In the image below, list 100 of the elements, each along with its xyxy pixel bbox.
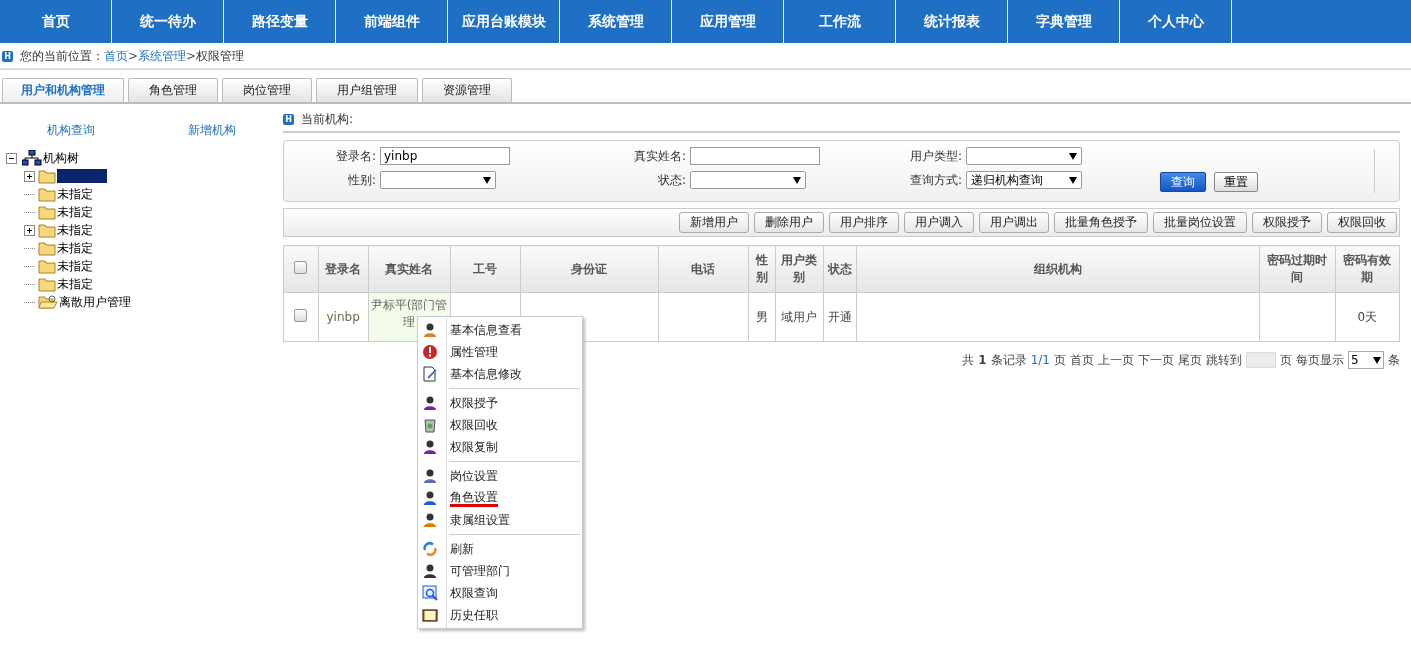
pager-text: 条 [1388,351,1400,369]
tree-item[interactable]: 未指定 [57,257,93,275]
toolbar-button[interactable]: 新增用户 [679,212,749,233]
tab[interactable]: 用户组管理 [316,78,418,102]
menu-item[interactable]: 属性管理 [450,343,498,361]
tree-item[interactable]: 未指定 [57,203,93,221]
nav-tab[interactable]: 工作流 [784,0,896,43]
nav-tab[interactable]: 应用管理 [672,0,784,43]
menu-item[interactable]: 基本信息修改 [450,365,522,383]
pager-link[interactable]: 上一页 [1098,351,1134,369]
select-field[interactable] [380,171,496,189]
person-icon [422,512,438,528]
folder-icon [38,204,56,220]
header-icon: H [283,113,294,125]
tab[interactable]: 角色管理 [128,78,218,102]
column-header: 组织机构 [856,245,1260,293]
nav-tab[interactable]: 路径变量 [224,0,336,43]
breadcrumb-link[interactable]: 首页 [104,47,128,65]
row-checkbox[interactable] [294,309,308,322]
tree-item[interactable]: 未指定 [57,275,93,293]
collapse-icon[interactable] [6,152,17,164]
menu-item[interactable]: 隶属组设置 [450,511,510,529]
pager-text: 共 [962,351,975,369]
pager-text: 每页显示 [1296,351,1344,369]
bin-icon [422,417,438,433]
folder-icon [38,222,56,238]
nav-tab[interactable]: 应用台账模块 [448,0,560,43]
toolbar-button[interactable]: 删除用户 [754,212,824,233]
reset-button[interactable]: 重置 [1214,172,1258,192]
tree-item[interactable]: 未指定 [57,185,93,203]
book-icon [422,607,438,623]
current-org-label: 当前机构: [301,110,354,128]
warning-icon [422,344,438,360]
table-cell: 域用户 [775,292,824,342]
tab[interactable]: 用户和机构管理 [2,78,124,102]
menu-item[interactable]: 基本信息查看 [450,321,522,339]
person-icon [422,490,438,506]
toolbar-button[interactable]: 用户排序 [829,212,899,233]
page-input[interactable] [1246,352,1276,368]
select-field[interactable] [966,147,1082,165]
menu-item[interactable]: 历史任职 [450,606,498,624]
table-cell: yinbp [318,292,369,342]
menu-item[interactable]: 权限回收 [450,416,498,434]
menu-item[interactable]: 角色设置 [450,489,498,507]
column-header: 用户类别 [775,245,824,293]
nav-tab[interactable]: 个人中心 [1120,0,1232,43]
expand-icon[interactable] [24,170,35,182]
toolbar-button[interactable]: 批量角色授予 [1054,212,1148,233]
page-size-select[interactable]: 5 [1348,351,1384,369]
menu-item[interactable]: 权限复制 [450,438,498,456]
menu-item[interactable]: 权限授予 [450,394,498,412]
tab[interactable]: 资源管理 [422,78,512,102]
search-button[interactable]: 查询 [1160,172,1206,192]
page-number: 1/1 [1030,353,1050,367]
toolbar-button[interactable]: 批量岗位设置 [1153,212,1247,233]
tree-item[interactable]: 离散用户管理 [59,293,131,311]
tree-root[interactable]: 机构树 [43,149,79,167]
select-all-checkbox[interactable] [294,261,308,274]
select-field[interactable]: 递归机构查询 [966,171,1082,189]
sidebar-link[interactable]: 新增机构 [188,122,237,139]
tree-item[interactable]: 未指定 [57,221,93,239]
tree-item[interactable]: 未指定 [57,239,93,257]
text-field[interactable]: yinbp [380,147,510,165]
pager-link[interactable]: 首页 [1070,351,1094,369]
nav-tab[interactable]: 前端组件 [336,0,448,43]
text-field[interactable] [690,147,820,165]
person-icon [422,563,438,579]
tab[interactable]: 岗位管理 [222,78,312,102]
folder-icon [38,168,56,184]
refresh-icon [422,541,438,557]
nav-tab[interactable]: 系统管理 [560,0,672,43]
person-icon [422,395,438,411]
column-header: 状态 [823,245,857,293]
toolbar-button[interactable]: 权限授予 [1252,212,1322,233]
toolbar-button[interactable]: 权限回收 [1327,212,1397,233]
nav-tab[interactable]: 统一待办 [112,0,224,43]
nav-tab[interactable]: 首页 [0,0,112,43]
field-label: 真实姓名: [632,147,687,165]
breadcrumb-link[interactable]: 系统管理 [138,47,187,65]
nav-tab[interactable]: 统计报表 [896,0,1008,43]
menu-item[interactable]: 刷新 [450,540,474,558]
pager-text: 跳转到 [1206,351,1242,369]
pager-text: 页 [1054,351,1066,369]
folder-icon [38,258,56,274]
menu-item[interactable]: 权限查询 [450,584,498,602]
expand-icon[interactable] [24,224,35,236]
pager-link[interactable]: 下一页 [1138,351,1174,369]
person-icon [422,468,438,484]
menu-item[interactable]: 可管理部门 [450,562,510,580]
menu-item[interactable]: 岗位设置 [450,467,498,485]
toolbar-button[interactable]: 用户调出 [979,212,1049,233]
column-header: 性别 [748,245,775,293]
toolbar-button[interactable]: 用户调入 [904,212,974,233]
field-label: 性别: [346,171,377,189]
nav-tab[interactable]: 字典管理 [1008,0,1120,43]
folder-icon [38,240,56,256]
select-field[interactable] [690,171,806,189]
pager-link[interactable]: 尾页 [1178,351,1202,369]
sidebar-link[interactable]: 机构查询 [46,122,95,139]
column-header: 密码有效期 [1335,245,1400,293]
